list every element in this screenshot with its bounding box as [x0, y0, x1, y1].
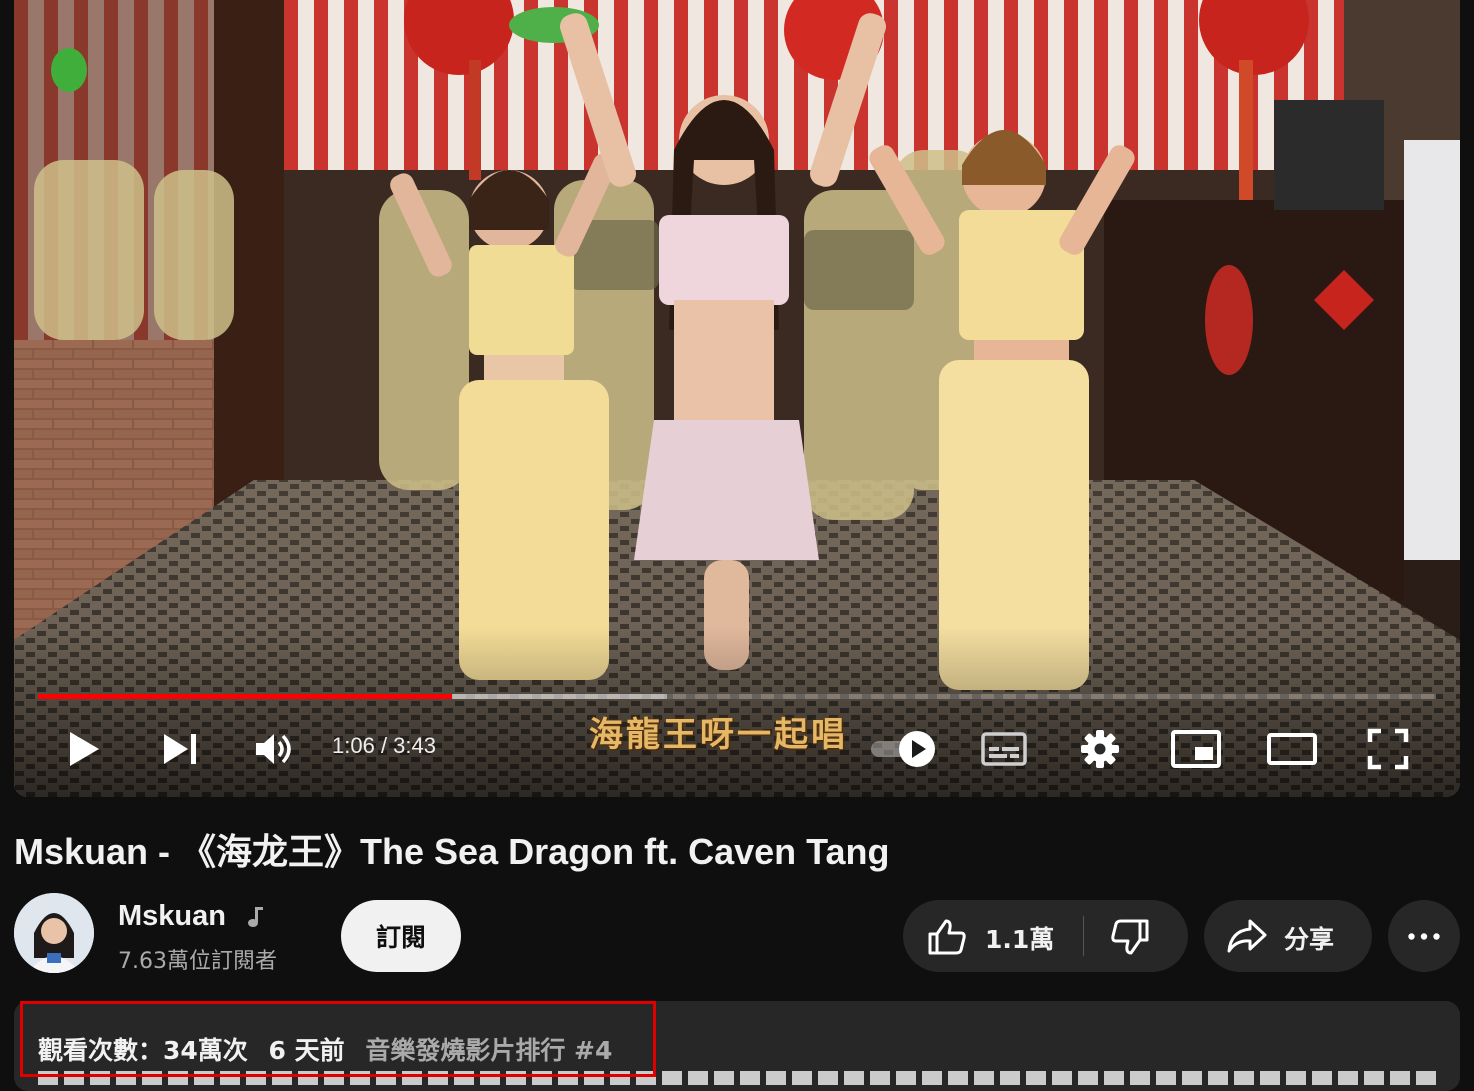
like-dislike-group: 1.1萬 — [903, 900, 1188, 972]
autoplay-toggle-icon — [871, 731, 935, 767]
gear-icon — [1081, 730, 1119, 768]
subscriber-count: 7.63萬位訂閱者 — [118, 949, 277, 974]
channel-avatar[interactable] — [14, 893, 94, 973]
duration: 3:43 — [393, 733, 436, 758]
play-icon — [70, 732, 99, 766]
share-button[interactable]: 分享 — [1204, 900, 1372, 972]
time-display: 1:06 / 3:43 — [332, 733, 436, 758]
highlight-annotation-box — [20, 1001, 656, 1077]
miniplayer-icon — [1171, 730, 1221, 768]
like-count: 1.1萬 — [985, 925, 1055, 954]
autoplay-toggle[interactable] — [869, 722, 941, 776]
music-note-icon — [248, 907, 263, 927]
fullscreen-icon — [1367, 728, 1409, 770]
video-caption: 海龍王呀一起唱 — [589, 715, 848, 755]
thumbs-down-icon — [1111, 919, 1149, 955]
dislike-button[interactable] — [1084, 900, 1188, 972]
fullscreen-button[interactable] — [1362, 722, 1414, 776]
subtitles-button[interactable] — [978, 722, 1030, 776]
theater-mode-button[interactable] — [1264, 722, 1320, 776]
video-player[interactable]: 海龍王呀一起唱 1:06 / 3:43 — [14, 0, 1460, 797]
theater-icon — [1267, 733, 1317, 765]
next-button[interactable] — [156, 722, 204, 776]
share-icon — [1227, 919, 1267, 953]
more-actions-button[interactable] — [1388, 900, 1460, 972]
progress-played — [38, 694, 452, 699]
volume-icon — [256, 734, 291, 764]
next-icon — [164, 734, 196, 764]
miniplayer-button[interactable] — [1168, 722, 1224, 776]
video-title: Mskuan - 《海龙王》The Sea Dragon ft. Caven T… — [14, 831, 890, 872]
share-label: 分享 — [1284, 925, 1335, 954]
current-time: 1:06 — [332, 733, 375, 758]
volume-button[interactable] — [250, 722, 298, 776]
play-button[interactable] — [60, 722, 108, 776]
settings-button[interactable] — [1074, 722, 1126, 776]
subtitles-icon — [981, 732, 1027, 766]
progress-bar[interactable] — [38, 694, 1436, 699]
subscribe-button[interactable]: 訂閱 — [341, 900, 461, 972]
like-button[interactable]: 1.1萬 — [903, 900, 1083, 972]
thumbs-up-icon — [928, 919, 966, 955]
channel-name[interactable]: Mskuan — [118, 900, 226, 933]
more-horizontal-icon — [1408, 933, 1440, 940]
avatar-image — [14, 893, 94, 973]
